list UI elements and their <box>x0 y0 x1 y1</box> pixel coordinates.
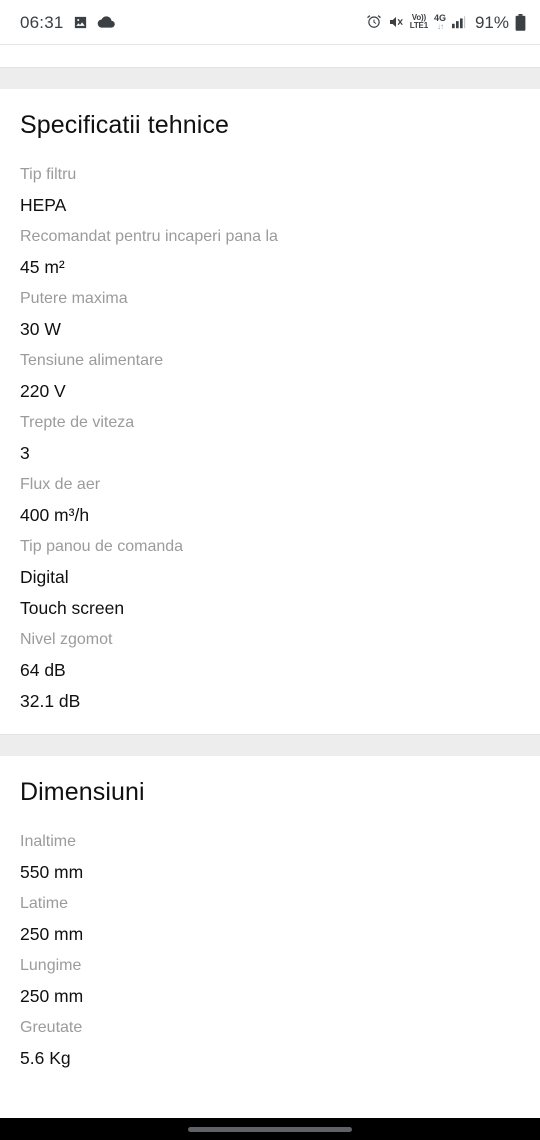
network-arrows-label: ↓↑ <box>436 21 444 31</box>
spec-row: Flux de aer 400 m³/h <box>20 469 520 531</box>
spec-label: Recomandat pentru incaperi pana la <box>20 228 278 245</box>
section-bottom-spacer <box>0 717 540 734</box>
spec-value: 220 V <box>20 381 66 401</box>
home-indicator[interactable] <box>188 1126 352 1132</box>
status-bar-clock: 06:31 <box>20 12 64 32</box>
spec-value: 3 <box>20 443 30 463</box>
spec-label: Nivel zgomot <box>20 631 113 648</box>
spec-value: 250 mm <box>20 924 84 944</box>
section-divider-band <box>0 67 540 89</box>
section-divider-band <box>0 734 540 756</box>
spec-list: Inaltime 550 mm Latime 250 mm Lungime 25… <box>0 807 540 1074</box>
network-4g-icon: 4G ↓↑ <box>434 13 446 31</box>
spec-row: Tensiune alimentare 220 V <box>20 345 520 407</box>
spec-value: 5.6 Kg <box>20 1048 71 1068</box>
section-title: Specificatii tehnice <box>20 111 230 139</box>
battery-percent-label: 91% <box>474 12 509 32</box>
spec-label: Trepte de viteza <box>20 414 135 431</box>
spec-label: Tensiune alimentare <box>20 352 164 369</box>
system-navigation-bar <box>0 1118 540 1140</box>
alarm-icon <box>366 14 382 30</box>
spec-row: Latime 250 mm <box>20 888 520 950</box>
spec-label: Tip panou de comanda <box>20 538 184 555</box>
volte-icon: Vo)) LTE1 <box>410 14 428 30</box>
spec-value: Digital <box>20 567 69 587</box>
spec-value: 64 dB <box>20 660 66 680</box>
spec-row: Tip filtru HEPA <box>20 159 520 221</box>
volte-bottom-label: LTE1 <box>409 21 428 30</box>
spec-row: Trepte de viteza 3 <box>20 407 520 469</box>
status-bar-right: Vo)) LTE1 4G ↓↑ 91% <box>366 12 526 32</box>
spec-value: 45 m² <box>20 257 65 277</box>
spec-label: Lungime <box>20 957 82 974</box>
spec-value: 550 mm <box>20 862 84 882</box>
battery-icon <box>515 13 526 31</box>
page-content[interactable]: Specificatii tehnice Tip filtru HEPA Rec… <box>0 45 540 1118</box>
spec-label: Inaltime <box>20 833 77 850</box>
section-specificatii-tehnice: Specificatii tehnice Tip filtru HEPA Rec… <box>0 89 540 717</box>
spec-row: Greutate 5.6 Kg <box>20 1012 520 1074</box>
image-icon <box>73 15 88 30</box>
spec-value: 30 W <box>20 319 61 339</box>
spec-value: 32.1 dB <box>20 691 81 711</box>
status-bar-left: 06:31 <box>20 14 115 31</box>
cloud-icon <box>97 15 115 29</box>
spec-value: Touch screen <box>20 598 125 618</box>
spec-label: Putere maxima <box>20 290 128 307</box>
mute-icon <box>388 14 404 30</box>
status-bar: 06:31 Vo)) LTE1 4G ↓↑ 91% <box>0 0 540 45</box>
spec-row: Lungime 250 mm <box>20 950 520 1012</box>
section-dimensiuni: Dimensiuni Inaltime 550 mm Latime 250 mm… <box>0 756 540 1074</box>
spec-label: Greutate <box>20 1019 83 1036</box>
spec-row: Nivel zgomot 64 dB 32.1 dB <box>20 624 520 717</box>
spec-label: Tip filtru <box>20 166 77 183</box>
spec-value: HEPA <box>20 195 67 215</box>
section-title: Dimensiuni <box>20 778 145 806</box>
spec-label: Latime <box>20 895 69 912</box>
phone-screen: 06:31 Vo)) LTE1 4G ↓↑ 91% Specificatii t… <box>0 0 540 1140</box>
signal-bars-icon <box>451 15 468 29</box>
spec-row: Tip panou de comanda Digital Touch scree… <box>20 531 520 624</box>
spec-value: 250 mm <box>20 986 84 1006</box>
spec-list: Tip filtru HEPA Recomandat pentru incape… <box>0 140 540 717</box>
spec-row: Inaltime 550 mm <box>20 826 520 888</box>
spec-row: Putere maxima 30 W <box>20 283 520 345</box>
spec-row: Recomandat pentru incaperi pana la 45 m² <box>20 221 520 283</box>
spec-value: 400 m³/h <box>20 505 90 525</box>
spec-label: Flux de aer <box>20 476 101 493</box>
content-top-spacer <box>0 45 540 67</box>
